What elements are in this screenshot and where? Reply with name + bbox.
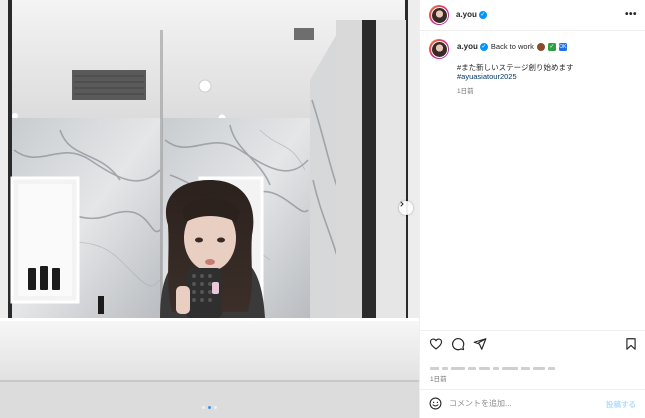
more-options-icon: ••• [625, 9, 638, 20]
header-divider [420, 30, 645, 31]
author-avatar[interactable] [429, 5, 449, 25]
chevron-right-icon [400, 201, 404, 207]
caption-timestamp[interactable]: 1日前 [457, 85, 474, 95]
mirror-selfie-photo [0, 0, 419, 418]
carousel-dot-active [208, 406, 211, 409]
post-timestamp[interactable]: 1日前 [430, 373, 447, 383]
check-icon: ✓ [547, 42, 556, 51]
carousel-next-button[interactable] [399, 201, 413, 215]
verified-badge-icon: ✓ [479, 42, 488, 51]
emoji-picker-icon[interactable] [429, 397, 442, 410]
save-bookmark-icon[interactable] [624, 337, 638, 351]
like-heart-icon[interactable] [429, 337, 443, 351]
carousel-dot [214, 406, 217, 409]
post-media[interactable] [0, 0, 419, 418]
carousel-indicator [0, 406, 419, 409]
verified-badge-icon: ✓ [478, 10, 487, 19]
username-text[interactable]: a.you [457, 42, 478, 51]
likes-summary-blurred[interactable] [430, 360, 610, 371]
caption-username[interactable]: a.you ✓ [457, 42, 488, 51]
post-side-panel: a.you ✓ ••• a.you ✓ Back to work ✓ OK #また新… [419, 0, 645, 418]
post-comment-button[interactable]: 投稿する [606, 399, 636, 410]
comment-icon[interactable] [451, 337, 465, 351]
caption-avatar[interactable] [429, 39, 449, 59]
comment-input[interactable] [449, 396, 599, 411]
carousel-dot [202, 406, 205, 409]
caption-text: Back to work [490, 42, 534, 51]
comment-divider [420, 389, 645, 390]
username-text[interactable]: a.you [456, 10, 477, 19]
share-send-icon[interactable] [473, 337, 487, 351]
more-options-button[interactable]: ••• [625, 9, 637, 20]
author-username[interactable]: a.you ✓ [456, 10, 487, 19]
actions-divider [420, 330, 645, 331]
caption-hashtag[interactable]: #ayuasiatour2025 [457, 72, 517, 81]
coffee-icon [536, 42, 545, 51]
ok-icon: OK [558, 42, 567, 51]
caption: a.you ✓ Back to work ✓ OK [457, 42, 567, 51]
